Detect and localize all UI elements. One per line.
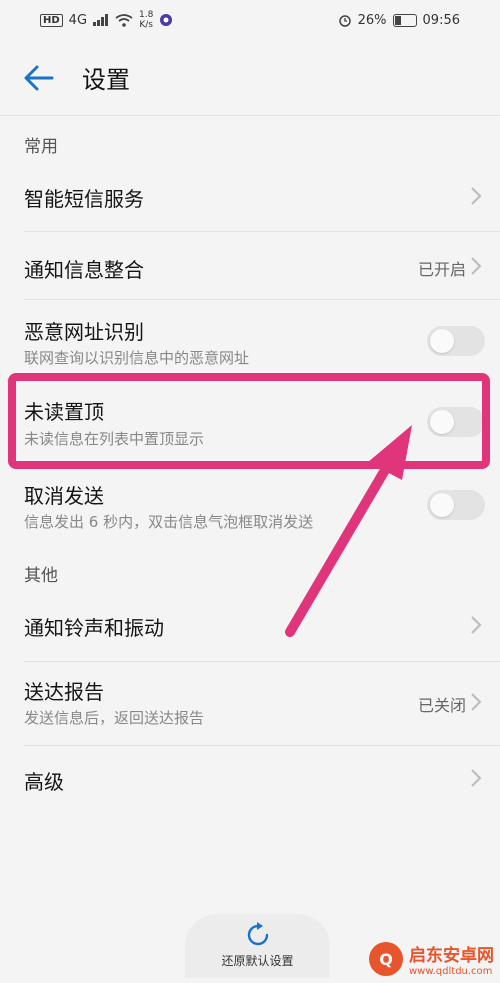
header-divider [0, 115, 500, 116]
watermark-text: 启东安卓网 www.qdltdu.com [409, 941, 494, 977]
settings-item-notification-merge[interactable]: 通知信息整合 已开启 [0, 232, 500, 300]
cancel-send-toggle[interactable] [427, 490, 485, 520]
watermark: Q 启东安卓网 www.qdltdu.com [369, 941, 494, 977]
watermark-title: 启东安卓网 [409, 946, 494, 966]
back-arrow-icon[interactable] [14, 53, 64, 103]
chevron-right-icon [471, 693, 482, 711]
status-bar-left: HD 4G 1.8 K/s [40, 10, 173, 30]
highlight-annotation-box [8, 373, 490, 469]
clock: 09:56 [422, 12, 460, 28]
status-bar-right: 26% 09:56 [338, 13, 460, 28]
wifi-icon [115, 13, 133, 27]
network-type: 4G [68, 12, 88, 28]
chevron-right-icon [471, 257, 482, 275]
settings-item-malicious-url[interactable]: 恶意网址识别 联网查询以识别信息中的恶意网址 [0, 300, 500, 382]
hd-icon: HD [40, 13, 63, 27]
chevron-right-icon [471, 187, 482, 205]
watermark-url: www.qdltdu.com [409, 966, 493, 977]
toggle-knob [430, 493, 454, 517]
network-speed: 1.8 K/s [139, 10, 153, 30]
chevron-right-icon [471, 616, 482, 634]
settings-item-title: 恶意网址识别 [24, 320, 144, 344]
section-label-other: 其他 [24, 566, 58, 586]
settings-item-smart-sms[interactable]: 智能短信服务 [0, 158, 500, 232]
refresh-icon [247, 922, 268, 946]
page-title: 设置 [82, 66, 130, 94]
battery-icon [392, 13, 417, 27]
signal-icon [93, 14, 109, 26]
network-speed-unit: K/s [139, 20, 153, 30]
settings-item-title: 取消发送 [24, 484, 104, 508]
settings-item-delivery-report[interactable]: 送达报告 发送信息后，返回送达报告 已关闭 [0, 662, 500, 746]
toggle-knob [430, 329, 454, 353]
status-value: 已开启 [417, 260, 466, 279]
settings-item-ringtone-vibration[interactable]: 通知铃声和振动 [0, 590, 500, 662]
settings-item-subtitle: 联网查询以识别信息中的恶意网址 [24, 349, 250, 367]
network-speed-value: 1.8 [139, 10, 154, 20]
settings-item-advanced[interactable]: 高级 [0, 746, 500, 812]
malicious-url-toggle[interactable] [427, 326, 485, 356]
battery-percent: 26% [357, 12, 387, 28]
settings-item-title: 通知信息整合 [24, 258, 144, 282]
settings-item-title: 通知铃声和振动 [24, 616, 164, 640]
watermark-logo-icon: Q [369, 942, 403, 976]
settings-item-subtitle: 信息发出 6 秒内，双击信息气泡框取消发送 [24, 513, 314, 531]
app-header: 设置 [0, 40, 500, 115]
section-label-common: 常用 [24, 137, 58, 157]
status-value: 已关闭 [417, 696, 466, 715]
restore-defaults-label: 还原默认设置 [221, 954, 294, 968]
status-bar: HD 4G 1.8 K/s 26% 09:56 [0, 0, 500, 40]
settings-item-title: 智能短信服务 [24, 187, 144, 211]
settings-item-title: 送达报告 [24, 680, 104, 704]
restore-defaults-button[interactable]: 还原默认设置 [185, 914, 330, 978]
alarm-icon [338, 15, 351, 27]
settings-item-title: 高级 [24, 770, 64, 794]
settings-item-cancel-send[interactable]: 取消发送 信息发出 6 秒内，双击信息气泡框取消发送 [0, 470, 500, 552]
settings-item-subtitle: 发送信息后，返回送达报告 [24, 709, 205, 727]
app-notification-icon [160, 14, 173, 26]
chevron-right-icon [471, 769, 482, 787]
